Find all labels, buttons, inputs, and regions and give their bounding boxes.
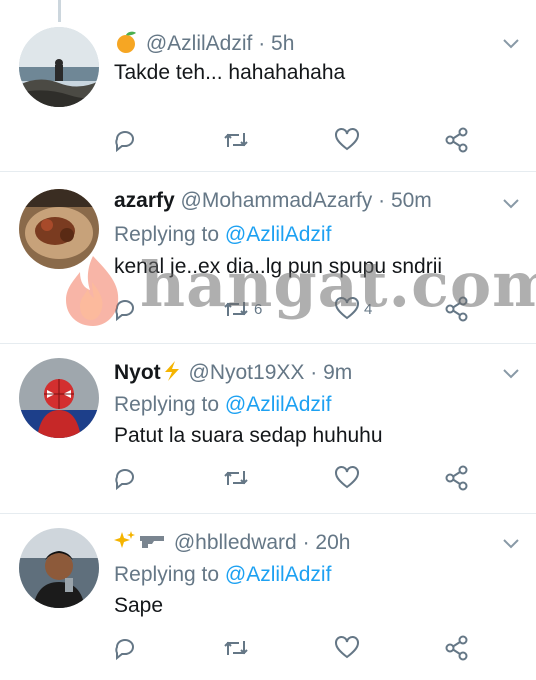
reply-icon <box>115 131 134 153</box>
replying-to-mention[interactable]: @AzlilAdzif <box>225 393 332 416</box>
sparkles-gun-icon <box>114 531 174 554</box>
chevron-down-icon[interactable] <box>500 532 522 554</box>
retweet-button[interactable] <box>222 464 250 492</box>
retweet-button[interactable] <box>222 126 250 154</box>
retweet-button[interactable]: 6 <box>222 295 262 323</box>
heart-icon <box>335 297 359 320</box>
share-button[interactable] <box>444 126 470 154</box>
like-button[interactable] <box>334 126 360 154</box>
reply-button[interactable] <box>112 126 138 154</box>
heart-icon <box>335 636 359 659</box>
replying-to-label: Replying to <box>114 223 220 246</box>
replying-to: Replying to @AzlilAdzif <box>114 223 331 247</box>
orange-icon <box>114 31 146 55</box>
share-button[interactable] <box>444 634 470 662</box>
user-handle[interactable]: @hblledward <box>174 531 297 554</box>
retweet-count: 6 <box>254 300 263 318</box>
tweet-item[interactable]: azarfy @MohammadAzarfy · 50m Replying to… <box>0 172 536 344</box>
replying-to: Replying to @AzlilAdzif <box>114 393 331 417</box>
tweet-actions <box>112 126 492 154</box>
reply-icon <box>115 639 134 661</box>
tweet-time[interactable]: 20h <box>315 531 350 554</box>
display-name[interactable]: azarfy <box>114 189 175 212</box>
chevron-down-icon[interactable] <box>500 192 522 214</box>
replying-to-mention[interactable]: @AzlilAdzif <box>225 563 332 586</box>
tweet-time[interactable]: 5h <box>271 32 294 55</box>
tweet-header: Nyot @Nyot19XX · 9m <box>114 360 496 385</box>
tweet-text: Sape <box>114 594 164 617</box>
chevron-down-icon[interactable] <box>500 32 522 54</box>
like-button[interactable] <box>334 634 360 662</box>
tweet-actions <box>112 634 492 662</box>
display-name[interactable]: Nyot <box>114 361 161 384</box>
retweet-icon <box>224 133 248 147</box>
like-button[interactable]: 4 <box>334 295 372 323</box>
like-count: 4 <box>364 300 373 318</box>
separator-dot: · <box>258 32 266 55</box>
retweet-icon <box>224 302 248 316</box>
tweet-actions <box>112 464 492 492</box>
avatar[interactable] <box>19 27 99 107</box>
share-button[interactable] <box>444 464 470 492</box>
reply-button[interactable] <box>112 295 138 323</box>
tweet-item[interactable]: @AzlilAdzif · 5h Takde teh... hahahahaha <box>0 0 536 172</box>
tweet-item[interactable]: Nyot @Nyot19XX · 9m Replying to @AzlilAd… <box>0 344 536 514</box>
retweet-button[interactable] <box>222 634 250 662</box>
replying-to-label: Replying to <box>114 393 220 416</box>
heart-icon <box>335 128 359 151</box>
replying-to-mention[interactable]: @AzlilAdzif <box>225 223 332 246</box>
chevron-down-icon[interactable] <box>500 362 522 384</box>
reply-icon <box>115 469 134 491</box>
tweet-time[interactable]: 50m <box>391 189 432 212</box>
share-icon <box>445 635 468 661</box>
reply-button[interactable] <box>112 634 138 662</box>
retweet-icon <box>224 641 248 655</box>
reply-button[interactable] <box>112 464 138 492</box>
like-button[interactable] <box>334 464 360 492</box>
tweet-header: @hblledward · 20h <box>114 530 496 555</box>
tweet-text: Patut la suara sedap huhuhu <box>114 424 383 447</box>
share-icon <box>445 465 468 491</box>
tweet-header: @AzlilAdzif · 5h <box>114 31 496 56</box>
user-handle[interactable]: @AzlilAdzif <box>146 32 253 55</box>
avatar[interactable] <box>19 528 99 608</box>
tweet-text: Takde teh... hahahahaha <box>114 61 346 84</box>
replying-to-label: Replying to <box>114 563 220 586</box>
share-icon <box>445 296 468 322</box>
user-handle[interactable]: @Nyot19XX <box>189 361 305 384</box>
retweet-icon <box>224 471 248 485</box>
tweet-text: kenal je..ex dia..lg pun spupu sndrii <box>114 255 443 278</box>
separator-dot: · <box>302 531 310 554</box>
avatar[interactable] <box>19 358 99 438</box>
separator-dot: · <box>310 361 318 384</box>
tweet-time[interactable]: 9m <box>323 361 352 384</box>
separator-dot: · <box>378 189 386 212</box>
avatar[interactable] <box>19 189 99 269</box>
tweet-actions: 6 4 <box>112 295 492 323</box>
tweet-header: azarfy @MohammadAzarfy · 50m <box>114 189 496 213</box>
lightning-icon <box>161 361 183 384</box>
share-button[interactable] <box>444 295 470 323</box>
user-handle[interactable]: @MohammadAzarfy <box>181 189 373 212</box>
share-icon <box>445 127 468 153</box>
heart-icon <box>335 466 359 489</box>
tweet-item[interactable]: @hblledward · 20h Replying to @AzlilAdzi… <box>0 514 536 680</box>
reply-icon <box>115 300 134 322</box>
replying-to: Replying to @AzlilAdzif <box>114 563 331 587</box>
